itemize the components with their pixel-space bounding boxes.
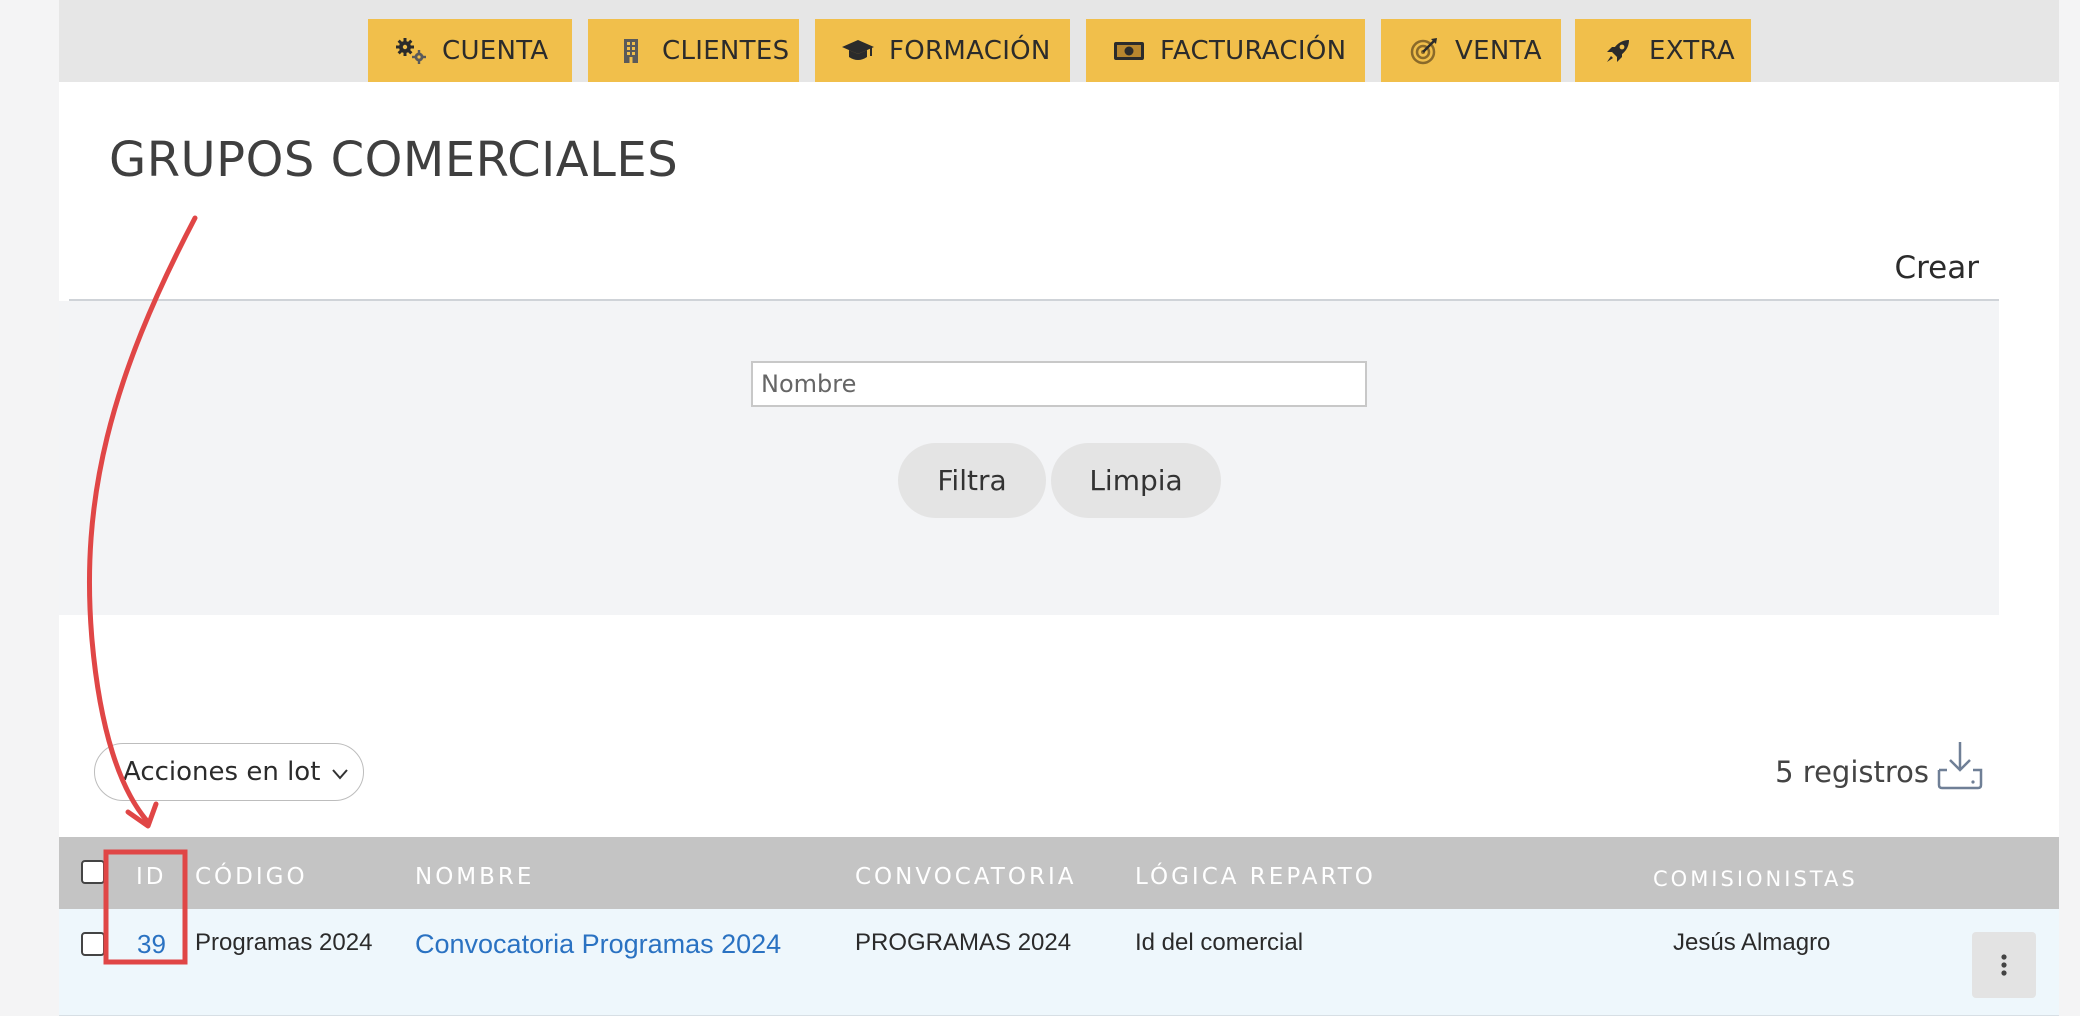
nav-extra[interactable]: EXTRA [1575,19,1751,82]
column-header-codigo[interactable]: CÓDIGO [195,864,308,890]
column-header-id[interactable]: ID [136,864,167,890]
rocket-icon [1601,36,1635,66]
building-icon [614,36,648,66]
nav-label: FACTURACIÓN [1160,35,1347,66]
name-filter-input[interactable] [751,361,1367,407]
filter-panel-edge [59,301,69,615]
money-bill-icon [1112,36,1146,66]
column-header-convocatoria[interactable]: CONVOCATORIA [855,864,1076,890]
select-all-checkbox[interactable] [81,860,105,884]
page-title: GRUPOS COMERCIALES [109,132,679,188]
gears-icon [394,36,428,66]
table-row [59,909,2059,1016]
chevron-down-icon [329,762,351,792]
graduation-cap-icon [841,36,875,66]
nav-label: VENTA [1455,35,1542,66]
nav-cuenta[interactable]: CUENTA [368,19,572,82]
filter-button[interactable]: Filtra [898,443,1046,518]
bulk-actions-select[interactable]: Acciones en lot [94,743,364,801]
row-actions-kebab-icon[interactable] [1972,932,2036,998]
column-header-logica-reparto[interactable]: LÓGICA REPARTO [1135,864,1376,890]
row-convocatoria: PROGRAMAS 2024 [855,929,1072,956]
nav-label: FORMACIÓN [889,35,1051,66]
page-container: CUENTA CLIENTES FORMACIÓN FACTURACIÓN VE… [59,0,2059,1016]
clear-button[interactable]: Limpia [1051,443,1221,518]
bulk-actions-label: Acciones en lot [123,757,321,787]
row-logica-reparto: Id del comercial [1135,929,1304,956]
nav-label: CUENTA [442,35,549,66]
nav-clientes[interactable]: CLIENTES [588,19,799,82]
nav-formacion[interactable]: FORMACIÓN [815,19,1070,82]
create-button[interactable]: Crear [1894,250,1979,286]
download-icon[interactable] [1935,740,1985,795]
bullseye-icon [1407,36,1441,66]
column-header-comisionistas[interactable]: COMISIONISTAS [1653,867,1858,891]
row-nombre-link[interactable]: Convocatoria Programas 2024 [415,929,781,960]
row-id-link[interactable]: 39 [137,929,166,960]
nav-label: EXTRA [1649,35,1735,66]
records-count: 5 registros [1775,755,1929,789]
top-navigation-bar: CUENTA CLIENTES FORMACIÓN FACTURACIÓN VE… [59,0,2059,82]
column-header-nombre[interactable]: NOMBRE [415,864,534,890]
nav-facturacion[interactable]: FACTURACIÓN [1086,19,1365,82]
row-codigo: Programas 2024 [195,929,373,956]
nav-venta[interactable]: VENTA [1381,19,1561,82]
row-comisionistas: Jesús Almagro [1673,929,1831,956]
row-checkbox[interactable] [81,932,105,956]
nav-label: CLIENTES [662,35,790,66]
